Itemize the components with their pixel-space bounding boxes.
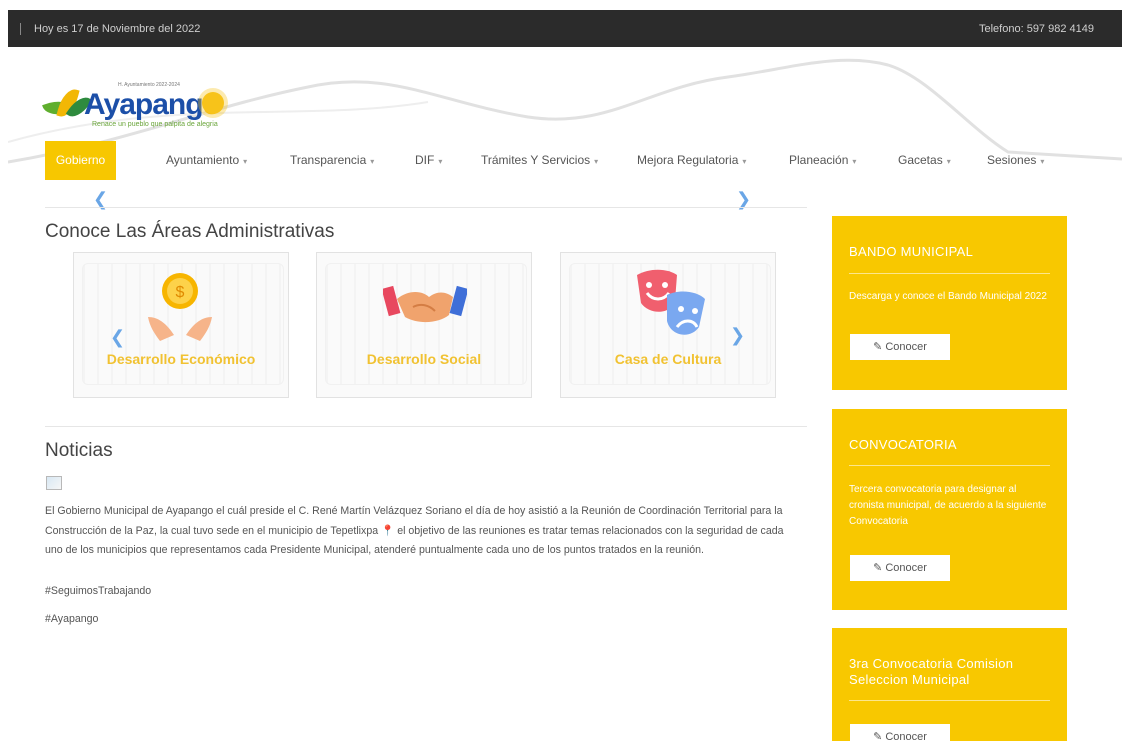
areas-title: Conoce Las Áreas Administrativas bbox=[45, 221, 335, 242]
chevron-down-icon: ▾ bbox=[742, 157, 747, 166]
areas-next-arrow-icon[interactable]: ❯ bbox=[730, 326, 745, 344]
nav-item-ayuntamiento[interactable]: Ayuntamiento ▾ bbox=[166, 141, 247, 180]
divider bbox=[849, 465, 1050, 466]
nav-item-gacetas[interactable]: Gacetas ▾ bbox=[898, 141, 951, 180]
divider bbox=[45, 426, 807, 427]
nav-item-sesiones[interactable]: Sesiones ▾ bbox=[987, 141, 1044, 180]
divider bbox=[20, 23, 21, 35]
divider bbox=[849, 700, 1050, 701]
sidebar-box-title: CONVOCATORIA bbox=[849, 437, 957, 452]
svg-text:$: $ bbox=[176, 284, 185, 301]
news-title: Noticias bbox=[45, 440, 113, 461]
logo-tagline: Renace un pueblo que palpita de alegria bbox=[92, 121, 218, 128]
sidebar-box-comision-seleccion: 3ra Convocatoria Comision Seleccion Muni… bbox=[832, 628, 1067, 741]
news-hashtag[interactable]: #SeguimosTrabajando bbox=[45, 585, 151, 597]
news-hashtag[interactable]: #Ayapango bbox=[45, 613, 98, 625]
chevron-down-icon: ▾ bbox=[852, 157, 857, 166]
area-card-desarrollo-social[interactable]: Desarrollo Social bbox=[316, 252, 532, 398]
nav-item-mejora-regulatoria[interactable]: Mejora Regulatoria ▾ bbox=[637, 141, 746, 180]
theater-masks-icon bbox=[637, 269, 705, 335]
money-hands-icon: $ bbox=[148, 273, 212, 341]
news-body: El Gobierno Municipal de Ayapango el cuá… bbox=[45, 505, 784, 556]
conocer-button[interactable]: ✎ Conocer bbox=[850, 334, 950, 360]
sidebar-box-bando-municipal: BANDO MUNICIPAL Descarga y conoce el Ban… bbox=[832, 216, 1067, 390]
broken-image-icon bbox=[46, 476, 62, 490]
slider-prev-arrow-icon[interactable]: ❮ bbox=[93, 190, 108, 208]
card-label: Desarrollo Económico bbox=[106, 351, 256, 367]
top-info-bar: Hoy es 17 de Noviembre del 2022 Telefono… bbox=[8, 10, 1122, 47]
phone-number: Telefono: 597 982 4149 bbox=[979, 23, 1094, 35]
area-card-desarrollo-economico[interactable]: $ Desarrollo Económico bbox=[73, 252, 289, 398]
slider-next-arrow-icon[interactable]: ❯ bbox=[736, 190, 751, 208]
conocer-button[interactable]: ✎ Conocer bbox=[850, 724, 950, 741]
chevron-down-icon: ▾ bbox=[438, 157, 443, 166]
sidebar-box-text: Tercera convocatoria para designar al cr… bbox=[849, 484, 1047, 527]
nav-item-tramites[interactable]: Trámites Y Servicios ▾ bbox=[481, 141, 598, 180]
chevron-down-icon: ▾ bbox=[594, 157, 599, 166]
nav-item-transparencia[interactable]: Transparencia ▾ bbox=[290, 141, 374, 180]
site-logo[interactable]: H. Ayuntamiento 2022-2024 Ayapango Renac… bbox=[42, 78, 234, 136]
current-date: Hoy es 17 de Noviembre del 2022 bbox=[34, 23, 201, 35]
chevron-down-icon: ▾ bbox=[243, 157, 248, 166]
card-label: Casa de Cultura bbox=[614, 351, 722, 367]
browser-page: Hoy es 17 de Noviembre del 2022 Telefono… bbox=[8, 10, 1122, 741]
sidebar-box-title: 3ra Convocatoria Comision Seleccion Muni… bbox=[849, 656, 1014, 687]
sidebar-box-convocatoria: CONVOCATORIA Tercera convocatoria para d… bbox=[832, 409, 1067, 610]
conocer-button[interactable]: ✎ Conocer bbox=[850, 555, 950, 581]
chevron-down-icon: ▾ bbox=[946, 157, 951, 166]
card-label: Desarrollo Social bbox=[366, 351, 482, 367]
main-navigation: Gobierno Ayuntamiento ▾ Transparencia ▾ DI… bbox=[45, 141, 1060, 180]
chevron-down-icon: ▾ bbox=[1040, 157, 1045, 166]
sidebar-box-title: BANDO MUNICIPAL bbox=[849, 244, 974, 259]
sidebar-box-text: Descarga y conoce el Bando Municipal 202… bbox=[849, 291, 1047, 302]
logo-wordmark: Ayapango bbox=[84, 88, 221, 121]
divider bbox=[45, 207, 807, 208]
chevron-down-icon: ▾ bbox=[370, 157, 375, 166]
nav-item-planeacion[interactable]: Planeación ▾ bbox=[789, 141, 856, 180]
divider bbox=[849, 273, 1050, 274]
handshake-icon bbox=[383, 285, 467, 323]
nav-item-gobierno[interactable]: Gobierno bbox=[45, 141, 116, 180]
areas-prev-arrow-icon[interactable]: ❮ bbox=[110, 328, 125, 346]
sun-icon bbox=[202, 92, 224, 114]
nav-item-dif[interactable]: DIF ▾ bbox=[415, 141, 442, 180]
